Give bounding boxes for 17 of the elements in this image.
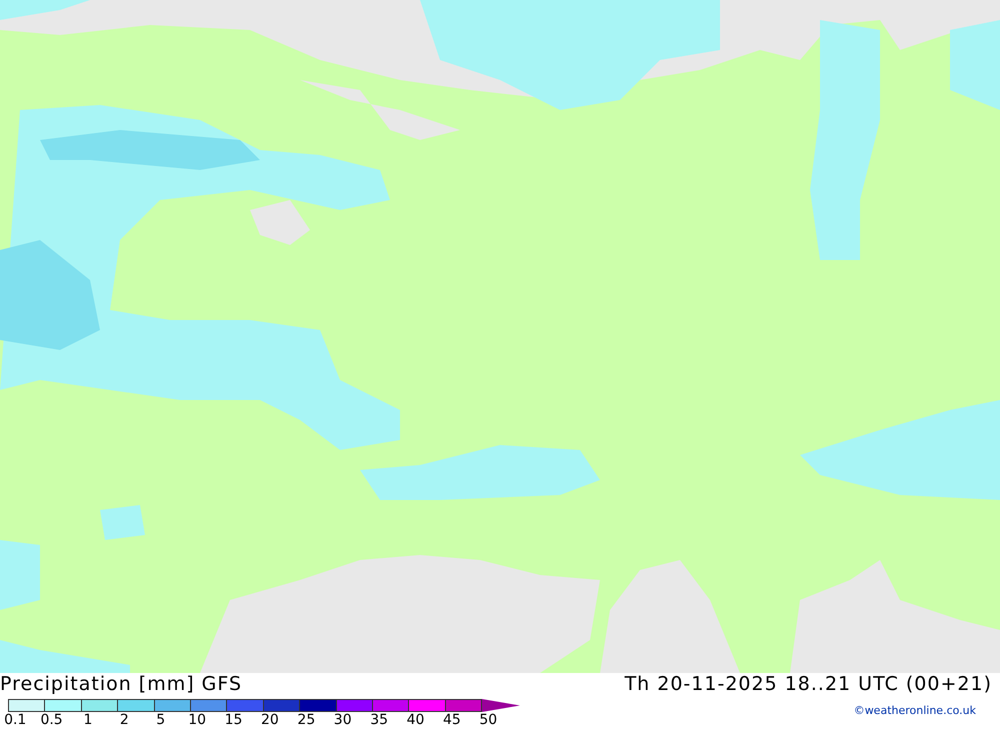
- legend-label: 0.1: [3, 712, 28, 728]
- legend-label: 15: [224, 712, 244, 728]
- legend-label: 25: [296, 712, 316, 728]
- legend-label: 2: [118, 712, 130, 728]
- map-title: Precipitation [mm] GFS: [0, 673, 244, 695]
- legend-label: 10: [187, 712, 208, 728]
- valid-time-label: Th 20-11-2025 18..21 UTC (00+21): [624, 673, 992, 695]
- legend-label: 0.5: [39, 712, 64, 728]
- legend-label: 20: [260, 712, 280, 728]
- legend-label: 50: [478, 712, 498, 728]
- legend-label: 5: [155, 712, 166, 728]
- legend-label: 40: [406, 712, 426, 728]
- credit-text: ©weatheronline.co.uk: [854, 703, 976, 719]
- legend-label: 30: [332, 712, 353, 728]
- legend-label: 35: [369, 712, 390, 728]
- legend-label: 45: [442, 712, 462, 728]
- legend-label: 1: [82, 712, 94, 728]
